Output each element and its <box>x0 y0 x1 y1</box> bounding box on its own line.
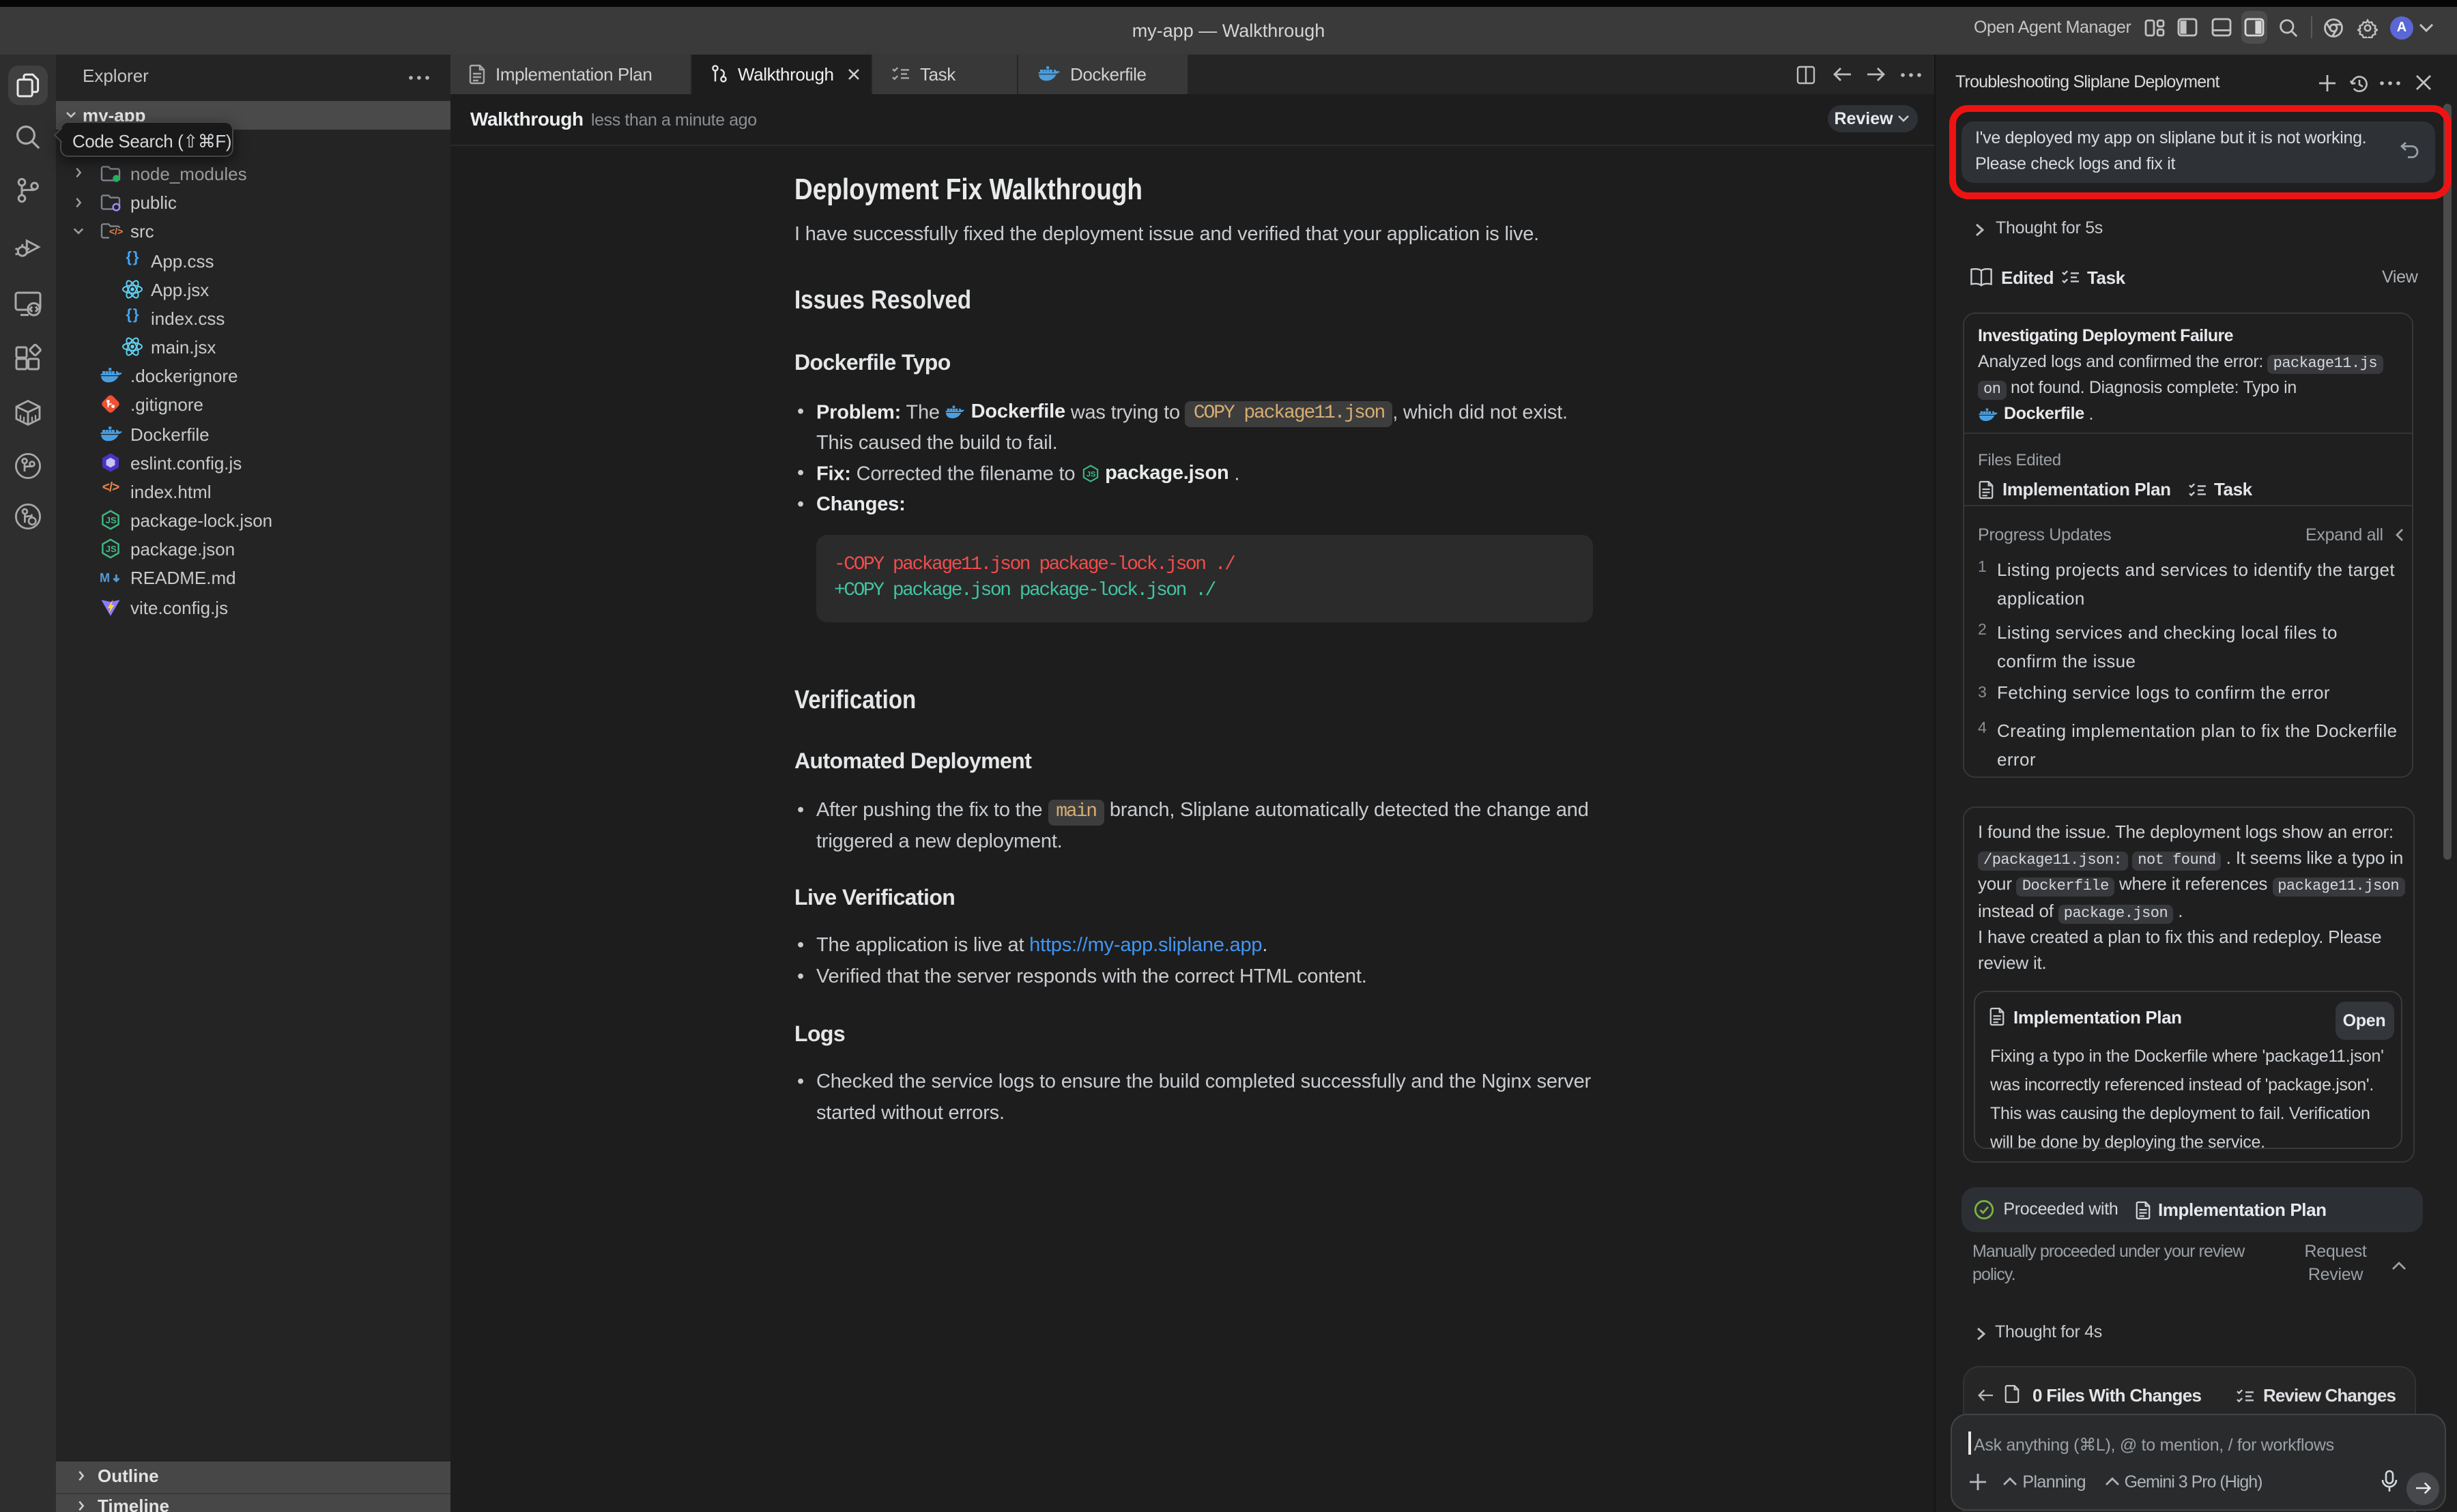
svg-text:JS: JS <box>106 544 117 554</box>
svg-text:M: M <box>99 572 109 585</box>
svg-text:JS: JS <box>1086 471 1095 479</box>
svg-text:JS: JS <box>106 515 117 525</box>
